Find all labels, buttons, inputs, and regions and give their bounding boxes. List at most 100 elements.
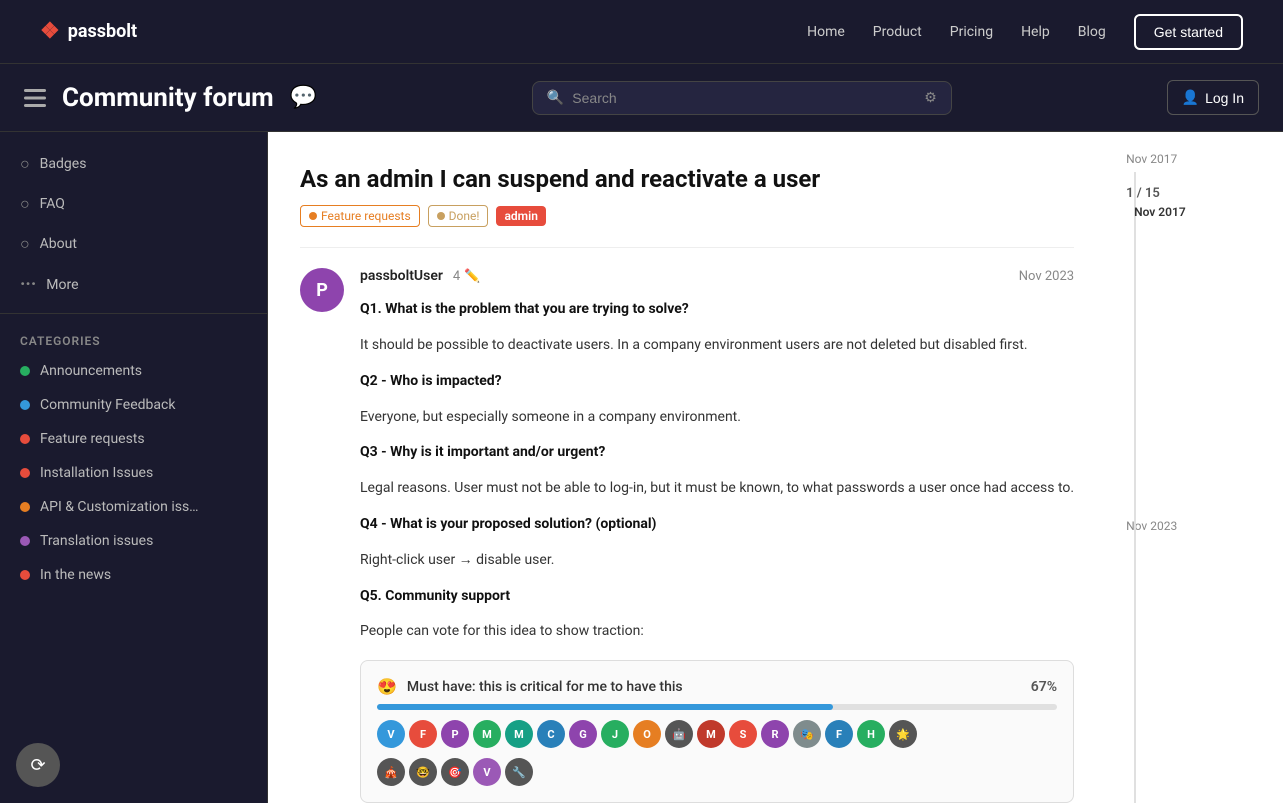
categories-header: Categories <box>0 322 267 354</box>
q1-label: Q1. What is the problem that you are try… <box>360 301 689 317</box>
post-body-area: passboltUser 4 ✏️ Nov 2023 Q1. What is t… <box>360 268 1074 803</box>
sidebar-item-translation-issues[interactable]: Translation issues <box>0 524 267 558</box>
edit-count-number: 4 <box>453 269 460 284</box>
nav-home[interactable]: Home <box>807 24 845 40</box>
sidebar-item-community-feedback[interactable]: Community Feedback <box>0 388 267 422</box>
done-tag-dot <box>437 212 445 220</box>
post-meta: passboltUser 4 ✏️ Nov 2023 <box>360 268 1074 284</box>
post-title: As an admin I can suspend and reactivate… <box>300 164 1074 195</box>
post-tags: Feature requests Done! admin <box>300 205 1074 227</box>
nav-product[interactable]: Product <box>873 24 922 40</box>
q4-label: Q4 - What is your proposed solution? (op… <box>360 516 656 532</box>
content-with-timeline: As an admin I can suspend and reactivate… <box>268 132 1283 803</box>
voter-avatar: 🎯 <box>441 758 469 786</box>
sidebar-item-badges[interactable]: ○ Badges <box>0 144 267 184</box>
avatar: P <box>300 268 344 312</box>
post-edit-count[interactable]: 4 ✏️ <box>453 269 481 284</box>
top-nav: ❖ passbolt Home Product Pricing Help Blo… <box>0 0 1283 64</box>
voter-avatar: 🎪 <box>377 758 405 786</box>
sidebar-item-label-badges: Badges <box>40 156 87 172</box>
sidebar-item-about[interactable]: ○ About <box>0 224 267 264</box>
search-bar[interactable]: 🔍 ⚙ <box>532 81 952 115</box>
sidebar-item-feature-requests[interactable]: Feature requests <box>0 422 267 456</box>
login-button[interactable]: 👤 Log In <box>1167 80 1259 115</box>
sidebar-item-in-the-news[interactable]: In the news <box>0 558 267 592</box>
poll-box: 😍 Must have: this is critical for me to … <box>360 660 1074 803</box>
poll-pct-1: 67% <box>1031 679 1057 695</box>
category-label-community-feedback: Community Feedback <box>40 397 175 413</box>
timeline-line <box>1134 172 1136 803</box>
category-label-feature-requests: Feature requests <box>40 431 145 447</box>
sidebar-toggle-button[interactable] <box>24 89 46 107</box>
voter-avatar: M <box>473 720 501 748</box>
sidebar-item-api-customization[interactable]: API & Customization iss… <box>0 490 267 524</box>
voter-avatar: O <box>633 720 661 748</box>
voter-avatar: 🎭 <box>793 720 821 748</box>
translation-issues-dot <box>20 536 30 546</box>
nav-blog[interactable]: Blog <box>1078 24 1106 40</box>
voter-avatar: P <box>441 720 469 748</box>
layout: ○ Badges ○ FAQ ○ About ··· More Categori… <box>0 132 1283 803</box>
tag-admin[interactable]: admin <box>496 206 545 226</box>
timeline-date-current: Nov 2017 <box>1126 205 1194 219</box>
category-label-installation-issues: Installation Issues <box>40 465 153 481</box>
timeline-date-far: Nov 2023 <box>1126 519 1194 533</box>
logo-text: passbolt <box>68 21 137 42</box>
voter-avatar: 🤓 <box>409 758 437 786</box>
filter-icon[interactable]: ⚙ <box>924 90 937 106</box>
poll-voters-row2: 🎪🤓🎯V🔧 <box>377 758 1057 786</box>
user-icon: 👤 <box>1182 89 1199 106</box>
forum-title: Community forum <box>62 83 274 113</box>
nav-pricing[interactable]: Pricing <box>950 24 993 40</box>
post-area: As an admin I can suspend and reactivate… <box>268 132 1114 803</box>
nav-help[interactable]: Help <box>1021 24 1050 40</box>
search-input[interactable] <box>572 90 916 106</box>
sidebar-item-installation-issues[interactable]: Installation Issues <box>0 456 267 490</box>
sidebar-item-announcements[interactable]: Announcements <box>0 354 267 388</box>
sidebar-item-label-about: About <box>40 236 77 252</box>
announcements-dot <box>20 366 30 376</box>
voter-avatar: H <box>857 720 885 748</box>
logo[interactable]: ❖ passbolt <box>40 19 137 44</box>
sidebar-item-faq[interactable]: ○ FAQ <box>0 184 267 224</box>
q4-text: Right-click user → disable user. <box>360 549 1074 573</box>
poll-bar-fill-1 <box>377 704 833 710</box>
sidebar-more-button[interactable]: ··· More <box>0 264 267 305</box>
logo-icon: ❖ <box>40 19 60 44</box>
community-feedback-dot <box>20 400 30 410</box>
voter-avatar: R <box>761 720 789 748</box>
voter-avatar: V <box>473 758 501 786</box>
post-container: P passboltUser 4 ✏️ Nov 2023 Q1. What is… <box>300 247 1074 803</box>
feature-requests-dot <box>20 434 30 444</box>
q2-label: Q2 - Who is impacted? <box>360 373 502 389</box>
in-the-news-dot <box>20 570 30 580</box>
post-author[interactable]: passboltUser <box>360 268 443 284</box>
post-title-section: As an admin I can suspend and reactivate… <box>300 164 1074 227</box>
forum-header: Community forum 💬 🔍 ⚙ 👤 Log In <box>0 64 1283 132</box>
voter-avatar: F <box>825 720 853 748</box>
timeline-date-top: Nov 2017 <box>1126 152 1194 166</box>
api-customization-dot <box>20 502 30 512</box>
timeline-progress: 1 / 15 <box>1126 186 1194 201</box>
voter-avatar: C <box>537 720 565 748</box>
bottom-toggle-button[interactable]: ⟳ <box>16 743 60 787</box>
voter-avatar: 🔧 <box>505 758 533 786</box>
voter-avatar: M <box>697 720 725 748</box>
tag-feature-requests[interactable]: Feature requests <box>300 205 420 227</box>
voter-avatar: M <box>505 720 533 748</box>
feature-tag-dot <box>309 212 317 220</box>
poll-emoji-1: 😍 <box>377 677 397 696</box>
search-icon: 🔍 <box>547 90 564 106</box>
installation-issues-dot <box>20 468 30 478</box>
category-label-api-customization: API & Customization iss… <box>40 499 199 515</box>
tag-done[interactable]: Done! <box>428 205 489 227</box>
q3-text: Legal reasons. User must not be able to … <box>360 477 1074 501</box>
feature-tag-label: Feature requests <box>321 209 411 223</box>
category-label-announcements: Announcements <box>40 363 142 379</box>
post-date: Nov 2023 <box>1019 269 1074 284</box>
more-dots-icon: ··· <box>20 274 36 295</box>
forum-chat-icon: 💬 <box>290 85 317 110</box>
edit-icon: ✏️ <box>464 269 480 284</box>
sidebar-divider <box>0 313 267 314</box>
get-started-button[interactable]: Get started <box>1134 14 1243 50</box>
